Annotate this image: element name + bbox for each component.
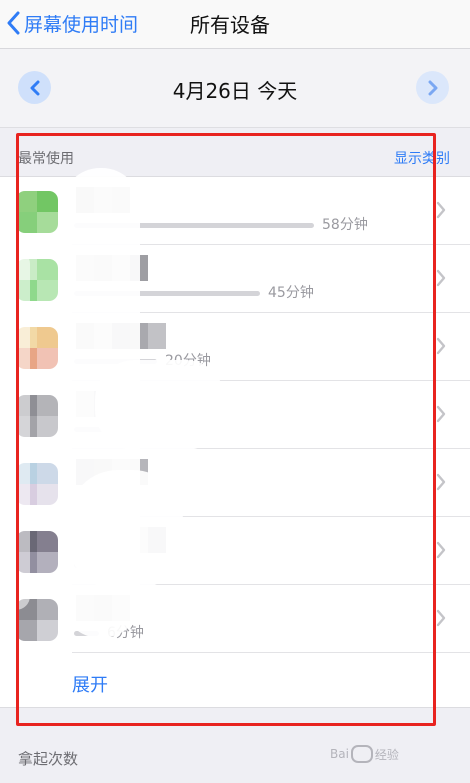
section-title: 最常使用: [18, 151, 74, 167]
chevron-right-icon: [436, 337, 446, 355]
navigation-bar: 屏幕使用时间 所有设备: [0, 0, 470, 49]
usage-duration: 58分钟: [322, 217, 368, 233]
chevron-right-icon: [436, 405, 446, 423]
date-selector: 4月26日 今天: [0, 49, 470, 128]
row-separator: [72, 652, 470, 653]
chevron-right-icon: [436, 541, 446, 559]
next-day-button[interactable]: [416, 71, 449, 104]
app-icon: [16, 191, 58, 233]
usage-duration: 45分钟: [268, 285, 314, 301]
chevron-right-icon: [428, 80, 437, 95]
back-label: 屏幕使用时间: [24, 13, 139, 36]
chevron-right-icon: [436, 201, 446, 219]
chevron-right-icon: [436, 609, 446, 627]
chevron-right-icon: [436, 473, 446, 491]
watermark-text-left: Bai: [330, 747, 349, 761]
watermark: Bai 经验: [330, 745, 399, 763]
chevron-right-icon: [436, 269, 446, 287]
show-categories-button[interactable]: 显示类别: [394, 148, 450, 168]
pickups-title: 拿起次数: [18, 750, 79, 768]
page-title: 所有设备: [190, 13, 270, 37]
most-used-header: 最常使用 显示类别: [0, 140, 470, 176]
chevron-left-icon: [7, 11, 20, 35]
privacy-blur: [95, 360, 225, 450]
privacy-blur: [68, 470, 183, 590]
watermark-text-right: 经验: [374, 747, 399, 762]
current-date: 4月26日 今天: [172, 79, 298, 103]
back-button[interactable]: 屏幕使用时间: [6, 8, 138, 38]
expand-button[interactable]: 展开: [72, 671, 108, 697]
paw-icon: [350, 745, 373, 763]
privacy-blur: [0, 250, 30, 610]
